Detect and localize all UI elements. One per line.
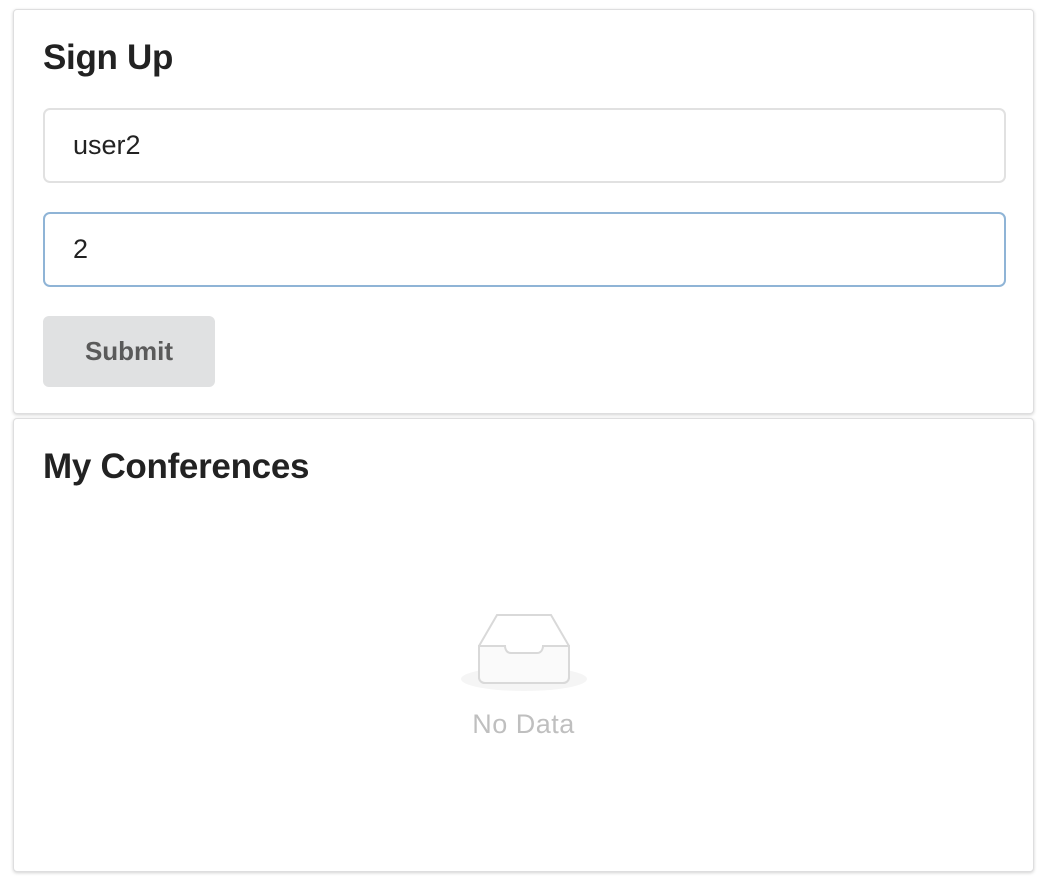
conferences-card: My Conferences No Data [13,418,1034,872]
conferences-title: My Conferences [43,447,310,486]
password-input[interactable] [43,212,1006,287]
submit-button[interactable]: Submit [43,316,215,387]
signup-title: Sign Up [43,38,174,77]
inbox-empty-icon [460,614,587,691]
empty-text: No Data [472,709,575,739]
signup-card: Sign Up Submit [13,9,1034,414]
username-input[interactable] [43,108,1006,183]
empty-state: No Data [14,611,1033,740]
